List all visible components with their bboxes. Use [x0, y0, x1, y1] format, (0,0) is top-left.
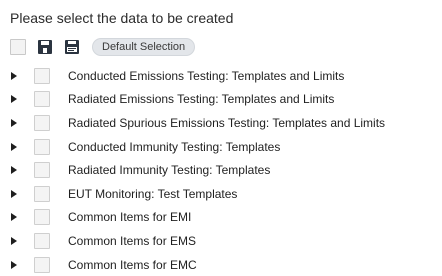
expand-arrow-icon[interactable] — [10, 234, 20, 248]
toolbar: Default Selection — [10, 37, 196, 57]
tree-item-label: Common Items for EMS — [68, 233, 197, 248]
tree-row: EUT Monitoring: Test Templates — [10, 182, 385, 206]
save-as-icon[interactable] — [63, 38, 81, 56]
row-checkbox[interactable] — [34, 232, 50, 249]
row-checkbox[interactable] — [34, 138, 50, 155]
tree-row: Radiated Spurious Emissions Testing: Tem… — [10, 111, 385, 135]
data-tree: Conducted Emissions Testing: Templates a… — [10, 64, 385, 276]
expand-arrow-icon[interactable] — [10, 69, 20, 83]
tree-item-label: Common Items for EMI — [68, 210, 192, 225]
row-checkbox[interactable] — [34, 114, 50, 131]
tree-row: Common Items for EMS — [10, 229, 385, 253]
expand-arrow-icon[interactable] — [10, 163, 20, 177]
expand-arrow-icon[interactable] — [10, 116, 20, 130]
expand-arrow-icon[interactable] — [10, 258, 20, 272]
tree-row: Conducted Emissions Testing: Templates a… — [10, 64, 385, 88]
tree-row: Common Items for EMI — [10, 206, 385, 230]
panel-prompt: Please select the data to be created — [10, 10, 234, 26]
row-checkbox[interactable] — [34, 256, 50, 273]
row-checkbox[interactable] — [34, 185, 50, 202]
tree-row: Radiated Immunity Testing: Templates — [10, 158, 385, 182]
tree-item-label: Radiated Spurious Emissions Testing: Tem… — [68, 115, 386, 130]
expand-arrow-icon[interactable] — [10, 187, 20, 201]
tree-row: Radiated Emissions Testing: Templates an… — [10, 88, 385, 112]
tree-item-label: Conducted Immunity Testing: Templates — [68, 139, 281, 154]
save-icon[interactable] — [36, 38, 54, 56]
tree-item-label: EUT Monitoring: Test Templates — [68, 186, 238, 201]
tree-item-label: Radiated Emissions Testing: Templates an… — [68, 92, 335, 107]
row-checkbox[interactable] — [34, 209, 50, 226]
row-checkbox[interactable] — [34, 67, 50, 84]
expand-arrow-icon[interactable] — [10, 140, 20, 154]
default-selection-button[interactable]: Default Selection — [92, 38, 196, 56]
expand-arrow-icon[interactable] — [10, 210, 20, 224]
select-all-checkbox[interactable] — [10, 39, 26, 55]
create-data-panel: Please select the data to be created Def… — [0, 0, 442, 273]
expand-arrow-icon[interactable] — [10, 92, 20, 106]
tree-item-label: Conducted Emissions Testing: Templates a… — [68, 68, 345, 83]
tree-item-label: Common Items for EMC — [68, 257, 197, 272]
tree-item-label: Radiated Immunity Testing: Templates — [68, 163, 271, 178]
tree-row: Conducted Immunity Testing: Templates — [10, 135, 385, 159]
row-checkbox[interactable] — [34, 162, 50, 179]
row-checkbox[interactable] — [34, 91, 50, 108]
